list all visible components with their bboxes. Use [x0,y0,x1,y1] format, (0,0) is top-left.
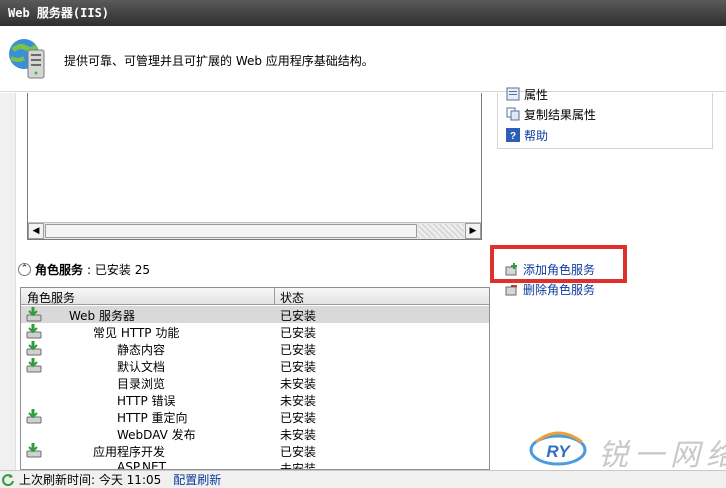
installed-icon [26,409,42,424]
installed-icon [26,443,42,458]
scroll-track[interactable] [418,224,464,238]
role-service-status: 未安装 [280,394,317,408]
results-pane: ◀ ▶ [27,93,482,240]
column-header-status[interactable]: 状态 [280,289,304,306]
role-service-status: 已安装 [280,445,317,459]
left-gutter [0,93,16,470]
remove-role-icon [505,285,517,296]
table-row[interactable]: 静态内容 已安装 [21,340,489,357]
table-row[interactable]: 目录浏览 未安装 [21,374,489,391]
help-icon: ? [506,128,520,142]
role-service-name: 默认文档 [117,360,166,374]
column-divider[interactable] [274,288,275,305]
action-copy-results[interactable]: 复制结果属性 [506,105,596,123]
role-services-table: 角色服务 状态 Web 服务器 已安装 常见 HTTP 功能 已安装 静态内容 已安装 默认… [20,287,490,470]
table-row[interactable]: HTTP 错误 未安装 [21,391,489,408]
action-label: 帮助 [524,128,549,143]
action-label: 复制结果属性 [524,107,597,122]
scroll-right-icon[interactable]: ▶ [465,223,481,239]
watermark-text: 锐一网络 [598,438,726,473]
role-service-status: 已安装 [280,360,317,374]
table-row[interactable]: ASP.NET 未安装 [21,459,489,470]
installed-icon [26,307,42,322]
status-bar: 上次刷新时间: 今天 11:05 配置刷新 [0,470,726,488]
role-service-name: Web 服务器 [69,309,135,323]
watermark: RY 锐一网络 [528,428,726,473]
role-service-name: 应用程序开发 [93,445,166,459]
table-row[interactable]: WebDAV 发布 未安装 [21,425,489,442]
installed-icon [26,358,42,373]
actions-pane: 属性 复制结果属性 ? 帮助 [497,87,713,149]
role-service-status: 已安装 [280,326,317,340]
role-service-name: 常见 HTTP 功能 [93,326,180,340]
installed-summary: : 已安装 25 [87,262,150,277]
table-row[interactable]: Web 服务器 已安装 [21,306,489,323]
window-title: Web 服务器(IIS) [0,0,726,26]
scroll-left-icon[interactable]: ◀ [28,223,44,239]
action-properties[interactable]: 属性 [506,85,548,103]
table-header: 角色服务 状态 [21,288,489,305]
table-row[interactable]: HTTP 重定向 已安装 [21,408,489,425]
column-header-role-service[interactable]: 角色服务 [27,289,75,306]
table-row[interactable]: 应用程序开发 已安装 [21,442,489,459]
collapse-icon[interactable]: ⌃ [18,262,31,276]
scroll-thumb[interactable] [45,224,417,238]
role-services-header[interactable]: ⌃ 角色服务 : 已安装 25 [18,259,150,279]
remove-role-services-label: 删除角色服务 [523,282,596,297]
horizontal-scrollbar[interactable]: ◀ ▶ [28,222,481,239]
copy-icon [506,107,520,121]
role-services-title: 角色服务 [35,262,84,277]
role-service-status: 已安装 [280,411,317,425]
role-service-name: WebDAV 发布 [117,428,196,442]
role-service-status: 已安装 [280,343,317,357]
role-service-status: 已安装 [280,309,317,323]
page-header: 提供可靠、可管理并且可扩展的 Web 应用程序基础结构。 [0,26,726,92]
role-service-status: 未安装 [280,377,317,391]
header-description: 提供可靠、可管理并且可扩展的 Web 应用程序基础结构。 [64,54,374,68]
role-service-name: HTTP 错误 [117,394,176,408]
table-row[interactable]: 默认文档 已安装 [21,357,489,374]
last-refresh-time: 上次刷新时间: 今天 11:05 [19,473,162,487]
properties-icon [506,87,520,101]
svg-text:?: ? [510,131,516,142]
installed-icon [26,324,42,339]
watermark-logo-text: RY [546,442,571,461]
role-service-status: 未安装 [280,428,317,442]
role-service-status: 未安装 [280,462,317,470]
role-service-name: 静态内容 [117,343,166,357]
role-service-name: HTTP 重定向 [117,411,188,425]
table-row[interactable]: 常见 HTTP 功能 已安装 [21,323,489,340]
web-server-icon [9,39,45,79]
action-help[interactable]: ? 帮助 [506,126,548,144]
config-refresh-link[interactable]: 配置刷新 [173,471,221,488]
action-label: 属性 [524,87,549,102]
highlight-annotation [490,245,627,283]
refresh-icon [2,473,14,486]
role-service-name: 目录浏览 [117,377,166,391]
watermark-logo: RY [529,431,587,466]
role-service-name: ASP.NET [117,460,166,470]
installed-icon [26,341,42,356]
